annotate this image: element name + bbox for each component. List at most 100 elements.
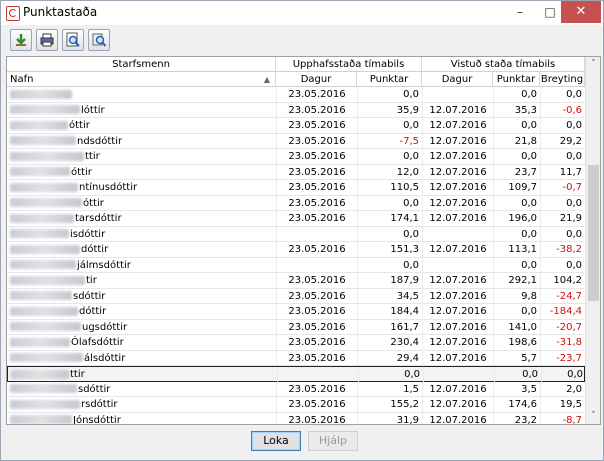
computed-points-cell: 0,0 [493,304,540,319]
initial-date-cell: 23.05.2016 [276,335,357,350]
table-row[interactable]: ugsdóttir 23.05.2016 161,7 12.07.2016 141,0-… [7,319,585,335]
table-row[interactable]: ttir 0,0 0,0 0,0 [7,366,585,382]
staff-name-suffix: tir [86,275,97,286]
scroll-up-icon[interactable]: ˄ [586,57,600,72]
table-row[interactable]: óttir 23.05.2016 12,0 12.07.2016 23,7 11,7 [7,164,585,180]
table-row[interactable]: óttir 23.05.2016 0,0 12.07.2016 0,0 0,0 [7,118,585,134]
staff-name-suffix: ugsdóttir [82,321,128,333]
computed-points-cell: 0,0 [493,118,540,133]
table-row[interactable]: ttir 23.05.2016 0,0 12.07.2016 0,0 0,0 [7,149,585,165]
points-grid[interactable]: Starfsmenn Upphafsstaða tímabils Vistuð … [6,56,601,425]
computed-points-cell: 174,6 [493,397,540,412]
initial-points-cell: 174,1 [357,211,422,226]
initial-points-cell: 29,4 [357,350,422,366]
redacted-name [10,244,80,254]
redacted-name [10,198,82,207]
computed-date-cell: 12.07.2016 [422,242,493,257]
initial-date-cell: 23.05.2016 [276,149,357,164]
table-row[interactable]: ntínusdóttir 23.05.2016 110,5 12.07.2016 109… [7,180,585,196]
column-header-name-label: Nafn [10,74,34,85]
change-cell: 0,0 [541,367,586,382]
magnifier-page-icon [66,32,80,47]
download-button[interactable] [10,29,32,51]
initial-date-cell: 23.05.2016 [276,319,357,335]
column-header-points1[interactable]: Punktar [357,72,422,87]
computed-date-cell: 12.07.2016 [422,180,493,195]
table-row[interactable]: sdóttir 23.05.2016 1,5 12.07.2016 3,5 2,0 [7,381,585,397]
table-row[interactable]: tarsdóttir 23.05.2016 174,1 12.07.2016 196,0… [7,211,585,227]
initial-date-cell: 23.05.2016 [276,87,357,102]
staff-name-suffix: ttir [85,151,100,162]
table-row[interactable]: álsdóttir 23.05.2016 29,4 12.07.2016 5,7 -23,… [7,350,585,366]
computed-date-cell: 12.07.2016 [422,118,493,133]
computed-date-cell: 12.07.2016 [422,350,493,366]
initial-points-cell: 1,5 [357,381,422,397]
column-header-date2[interactable]: Dagur [422,72,493,87]
initial-points-cell: 0,0 [357,149,422,164]
close-icon[interactable]: ✕ [561,1,601,23]
computed-date-cell: 12.07.2016 [422,381,493,397]
change-cell: 0,0 [540,149,585,164]
initial-date-cell: 23.05.2016 [276,304,357,319]
vertical-scrollbar[interactable]: ˄ ˅ [585,57,600,424]
table-row[interactable]: isdóttir 0,0 0,0 0,0 [7,226,585,242]
computed-points-cell: 196,0 [493,211,540,226]
help-button[interactable]: Hjálp [308,431,358,451]
column-header-name[interactable]: Nafn ▲ [7,72,276,87]
print-button[interactable] [36,29,58,51]
computed-points-cell: 113,1 [493,242,540,257]
table-row[interactable]: rsdóttir 23.05.2016 155,2 12.07.2016 174,6 19… [7,397,585,413]
title-bar[interactable]: Punktastaða – □ ✕ [1,1,603,25]
change-cell: -0,6 [540,102,585,118]
magnifier-icon [92,33,107,47]
staff-name-cell: óttir [7,196,276,211]
computed-points-cell: 0,0 [493,149,540,164]
computed-date-cell: 12.07.2016 [422,211,493,226]
computed-points-cell: 141,0 [493,319,540,335]
computed-points-cell: 9,8 [493,288,540,304]
column-header-date1[interactable]: Dagur [276,72,357,87]
table-row[interactable]: óttir 23.05.2016 0,0 12.07.2016 0,0 0,0 [7,195,585,211]
change-cell: 0,0 [540,118,585,133]
table-row[interactable]: dóttir 23.05.2016 151,3 12.07.2016 113,1 -38,… [7,242,585,258]
printer-icon [40,33,54,47]
initial-date-cell [276,226,357,242]
staff-name-cell: tarsdóttir [7,211,276,226]
computed-points-cell: 109,7 [493,180,540,195]
table-row[interactable]: lóttir 23.05.2016 35,9 12.07.2016 35,3 -0,6 [7,102,585,118]
initial-date-cell [276,257,357,273]
change-cell: 0,0 [540,195,585,211]
initial-date-cell: 23.05.2016 [276,242,357,257]
close-button[interactable]: Loka [251,431,301,451]
column-header-points2[interactable]: Punktar [493,72,540,87]
table-row[interactable]: ndsdóttir 23.05.2016 -7,5 12.07.2016 21,8 29,… [7,133,585,149]
table-row[interactable]: dóttir 23.05.2016 184,4 12.07.2016 0,0 -184,4 [7,304,585,320]
change-cell: 29,2 [540,133,585,149]
computed-date-cell [422,226,493,242]
computed-date-cell: 12.07.2016 [422,319,493,335]
column-header-change[interactable]: Breyting [540,72,585,87]
initial-points-cell: 34,5 [357,288,422,304]
computed-points-cell: 3,5 [493,381,540,397]
preview-button[interactable] [62,29,84,51]
table-row[interactable]: sdóttir 23.05.2016 34,5 12.07.2016 9,8 -24,7 [7,288,585,304]
search-button[interactable] [88,29,110,51]
scrollbar-thumb[interactable] [588,165,599,301]
scroll-down-icon[interactable]: ˅ [586,409,600,424]
staff-name-suffix: ndsdóttir [77,135,123,147]
computed-date-cell [422,257,493,273]
change-cell: 104,2 [540,273,585,288]
table-row[interactable]: Jónsdóttir 23.05.2016 31,9 12.07.2016 23,2 -8… [7,412,585,424]
computed-points-cell: 23,7 [493,164,540,180]
computed-points-cell: 5,7 [493,350,540,366]
initial-points-cell: 31,9 [357,412,422,424]
change-cell: 2,0 [540,381,585,397]
table-row[interactable]: Ólafsdóttir 23.05.2016 230,4 12.07.2016 198,… [7,335,585,351]
table-row[interactable]: 23.05.2016 0,0 0,0 0,0 [7,87,585,103]
minimize-icon[interactable]: – [505,1,535,23]
staff-name-cell: sdóttir [7,382,276,397]
staff-name-suffix: rsdóttir [81,399,118,410]
group-header-computed: Vistuð staða tímabils [422,57,585,72]
table-row[interactable]: jálmsdóttir 0,0 0,0 0,0 [7,257,585,273]
table-row[interactable]: tir 23.05.2016 187,9 12.07.2016 292,1 104,2 [7,273,585,289]
